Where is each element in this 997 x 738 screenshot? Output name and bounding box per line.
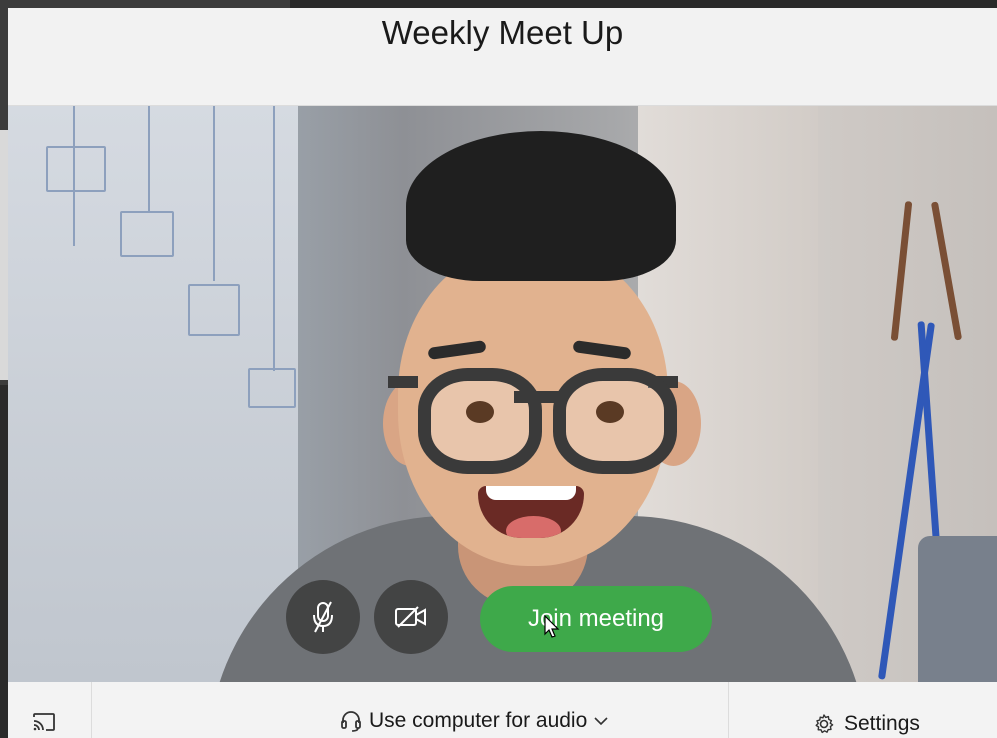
meeting-title: Weekly Meet Up	[381, 14, 624, 51]
avatar-tongue	[506, 516, 561, 538]
title-bar: Weekly Meet Up	[8, 8, 997, 106]
stand-pole	[890, 201, 913, 341]
bottom-bar: Use computer for audio Settings	[8, 682, 997, 738]
mouse-cursor	[544, 615, 560, 638]
glasses-arm	[388, 376, 418, 388]
cast-icon	[33, 713, 55, 731]
whiteboard-note	[46, 146, 106, 192]
settings-label: Settings	[844, 712, 920, 735]
settings-button[interactable]: Settings	[813, 712, 920, 736]
whiteboard	[8, 106, 298, 682]
avatar-eye	[466, 401, 494, 423]
stop-video-button[interactable]	[374, 580, 448, 654]
whiteboard-note	[120, 211, 174, 257]
gear-icon	[815, 714, 834, 734]
audio-option-label: Use computer for audio	[369, 709, 588, 732]
audio-option-button[interactable]: Use computer for audio	[340, 709, 608, 733]
whiteboard-note	[248, 368, 296, 408]
whiteboard-line	[213, 106, 215, 281]
whiteboard-line	[273, 106, 275, 371]
video-off-icon	[395, 606, 426, 628]
avatar-teeth	[486, 486, 576, 500]
divider	[728, 682, 729, 738]
headset-icon	[341, 711, 361, 732]
cast-button[interactable]	[32, 712, 56, 737]
divider	[91, 682, 92, 738]
join-meeting-button[interactable]: Join meeting	[480, 586, 712, 652]
whiteboard-line	[148, 106, 150, 211]
stand-pole	[930, 201, 963, 341]
whiteboard-note	[188, 284, 240, 336]
mute-button[interactable]	[286, 580, 360, 654]
glasses-bridge	[514, 391, 564, 403]
meeting-window: Weekly Meet Up Join meeting Use computer…	[8, 8, 997, 738]
avatar-hair	[406, 131, 676, 281]
chair	[918, 536, 997, 682]
chevron-down-icon	[594, 717, 608, 726]
avatar-eye	[596, 401, 624, 423]
mic-off-icon	[313, 601, 333, 633]
